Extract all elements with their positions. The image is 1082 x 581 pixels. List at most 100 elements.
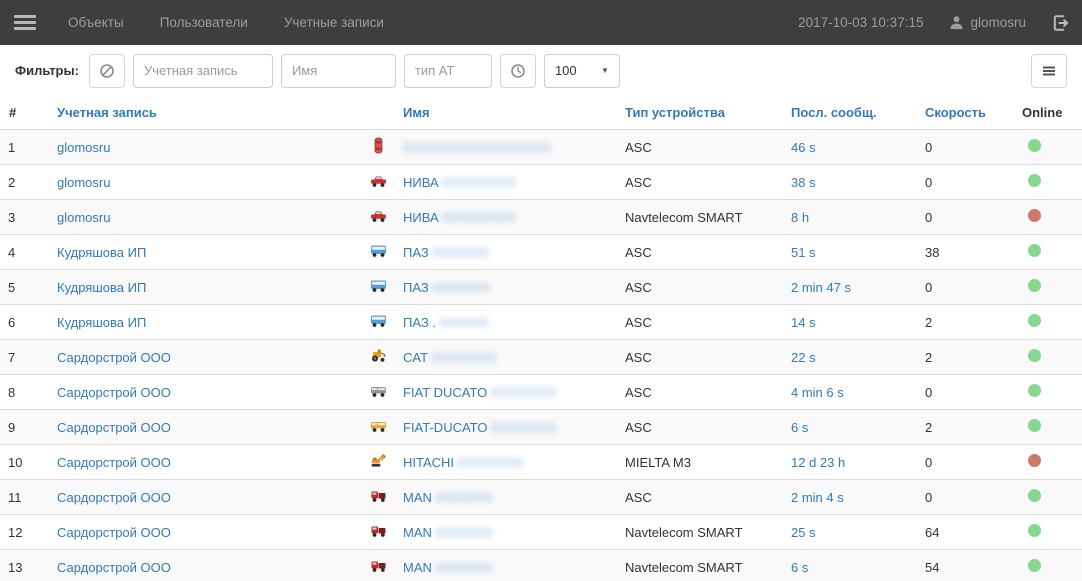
row-number: 3 <box>0 200 49 235</box>
last-message-link[interactable]: 38 s <box>791 175 816 190</box>
last-message-link[interactable]: 14 s <box>791 315 816 330</box>
device-type-cell: ASC <box>617 165 783 200</box>
object-name-link[interactable]: ПАЗ 0000000 <box>403 245 490 260</box>
user-icon <box>949 15 964 30</box>
device-type-cell: ASC <box>617 130 783 165</box>
last-message-link[interactable]: 4 min 6 s <box>791 385 844 400</box>
account-link[interactable]: Кудряшова ИП <box>57 245 146 260</box>
car-red-vehicle-icon <box>370 172 387 189</box>
page-size-select[interactable]: 100 ▼ <box>544 54 620 88</box>
speed-cell: 0 <box>917 130 1014 165</box>
account-link[interactable]: glomosru <box>57 210 110 225</box>
filter-account-input[interactable] <box>133 54 273 88</box>
device-type-cell: ASC <box>617 410 783 445</box>
page-size-value: 100 <box>555 63 577 78</box>
table-body: 1glomosru000000000000000000ASC46 s02glom… <box>0 130 1082 581</box>
online-status-dot <box>1028 139 1041 152</box>
object-name-link[interactable]: MAN 0000000 <box>403 525 493 540</box>
header-device-type[interactable]: Тип устройства <box>617 96 783 130</box>
row-number: 1 <box>0 130 49 165</box>
redacted-name-text: 000000000 <box>442 210 516 225</box>
row-number: 6 <box>0 305 49 340</box>
header-name[interactable]: Имя <box>395 96 617 130</box>
last-message-link[interactable]: 22 s <box>791 350 816 365</box>
object-name-link[interactable]: НИВА 000000000 <box>403 210 516 225</box>
row-number: 10 <box>0 445 49 480</box>
last-message-link[interactable]: 2 min 4 s <box>791 490 844 505</box>
bus-blue-vehicle-icon <box>370 277 387 294</box>
last-message-link[interactable]: 12 d 23 h <box>791 455 845 470</box>
account-link[interactable]: Кудряшова ИП <box>57 280 146 295</box>
row-number: 9 <box>0 410 49 445</box>
device-type-cell: Navtelecom SMART <box>617 515 783 550</box>
account-link[interactable]: Сардорстрой ООО <box>57 420 171 435</box>
time-filter-button[interactable] <box>500 54 536 88</box>
filters-label: Фильтры: <box>15 63 79 78</box>
device-type-cell: ASC <box>617 305 783 340</box>
last-message-link[interactable]: 6 s <box>791 560 808 575</box>
main-nav: Объекты Пользователи Учетные записи <box>50 0 402 45</box>
device-type-cell: ASC <box>617 270 783 305</box>
header-speed[interactable]: Скорость <box>917 96 1014 130</box>
device-type-cell: Navtelecom SMART <box>617 200 783 235</box>
account-link[interactable]: Сардорстрой ООО <box>57 525 171 540</box>
account-link[interactable]: Сардорстрой ООО <box>57 350 171 365</box>
redacted-name-text: 000000000 <box>442 175 516 190</box>
account-link[interactable]: Кудряшова ИП <box>57 315 146 330</box>
account-link[interactable]: glomosru <box>57 175 110 190</box>
object-name-link[interactable]: MAN 0000000 <box>403 560 493 575</box>
object-name-link[interactable]: НИВА 000000000 <box>403 175 516 190</box>
logout-icon[interactable] <box>1052 14 1070 32</box>
online-status-dot <box>1028 419 1041 432</box>
nav-item-users[interactable]: Пользователи <box>142 0 266 45</box>
speed-cell: 0 <box>917 200 1014 235</box>
table-menu-button[interactable] <box>1031 54 1067 88</box>
last-message-link[interactable]: 25 s <box>791 525 816 540</box>
nav-item-accounts[interactable]: Учетные записи <box>266 0 402 45</box>
object-name-link[interactable]: 000000000000000000 <box>403 140 551 155</box>
online-status-dot <box>1028 349 1041 362</box>
nav-item-objects[interactable]: Объекты <box>50 0 142 45</box>
account-link[interactable]: glomosru <box>57 140 110 155</box>
redacted-name-text: 0000000 <box>432 245 490 260</box>
online-status-dot <box>1028 209 1041 222</box>
online-status-dot <box>1028 489 1041 502</box>
last-message-link[interactable]: 2 min 47 s <box>791 280 851 295</box>
user-menu[interactable]: glomosru <box>949 15 1026 30</box>
accounts-table: # Учетная запись Имя Тип устройства Посл… <box>0 96 1082 581</box>
last-message-link[interactable]: 6 s <box>791 420 808 435</box>
object-name-link[interactable]: FIAT DUCATO 00000000 <box>403 385 557 400</box>
car-top-red-vehicle-icon <box>370 137 387 154</box>
tractor-yellow-vehicle-icon <box>370 347 387 364</box>
bus-blue-vehicle-icon <box>370 242 387 259</box>
online-status-dot <box>1028 559 1041 572</box>
filter-name-input[interactable] <box>281 54 396 88</box>
redacted-name-text: 000000000000000000 <box>403 140 551 155</box>
header-last-msg[interactable]: Посл. сообщ. <box>783 96 917 130</box>
object-name-link[interactable]: ПАЗ 0000000 <box>403 280 490 295</box>
last-message-link[interactable]: 51 s <box>791 245 816 260</box>
online-status-dot <box>1028 314 1041 327</box>
table-header-row: # Учетная запись Имя Тип устройства Посл… <box>0 96 1082 130</box>
van-yellow-vehicle-icon <box>370 417 387 434</box>
object-name-link[interactable]: FIAT-DUCATO 00000000 <box>403 420 557 435</box>
header-account[interactable]: Учетная запись <box>49 96 362 130</box>
bus-blue-vehicle-icon <box>370 312 387 329</box>
row-number: 12 <box>0 515 49 550</box>
table-row: 5Кудряшова ИППАЗ 0000000ASC2 min 47 s0 <box>0 270 1082 305</box>
clear-filters-button[interactable] <box>89 54 125 88</box>
account-link[interactable]: Сардорстрой ООО <box>57 385 171 400</box>
object-name-link[interactable]: CAT 00000000 <box>403 350 497 365</box>
account-link[interactable]: Сардорстрой ООО <box>57 560 171 575</box>
account-link[interactable]: Сардорстрой ООО <box>57 455 171 470</box>
object-name-link[interactable]: HITACHI 00000000 <box>403 455 524 470</box>
clock-icon <box>510 63 526 79</box>
filter-device-type-input[interactable] <box>404 54 492 88</box>
object-name-link[interactable]: ПАЗ . 000000 <box>403 315 489 330</box>
last-message-link[interactable]: 8 h <box>791 210 809 225</box>
redacted-name-text: 00000000 <box>491 385 557 400</box>
last-message-link[interactable]: 46 s <box>791 140 816 155</box>
menu-hamburger-icon[interactable] <box>14 12 36 34</box>
object-name-link[interactable]: MAN 0000000 <box>403 490 493 505</box>
account-link[interactable]: Сардорстрой ООО <box>57 490 171 505</box>
